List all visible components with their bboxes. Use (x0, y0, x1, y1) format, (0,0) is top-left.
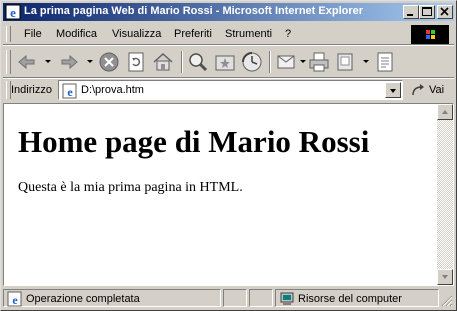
mail-button[interactable] (275, 50, 299, 74)
favorites-button[interactable] (213, 50, 237, 74)
svg-text:e: e (67, 85, 73, 99)
mail-dropdown-arrow[interactable] (300, 60, 306, 63)
scroll-down-button[interactable] (437, 269, 453, 285)
menu-strumenti[interactable]: Strumenti (225, 28, 272, 40)
menu-visualizza[interactable]: Visualizza (112, 28, 161, 40)
windows-logo-throbber (411, 25, 449, 45)
forward-button[interactable] (57, 50, 81, 74)
windows-logo-icon (426, 30, 435, 39)
back-dropdown-arrow[interactable] (45, 60, 51, 63)
maximize-button[interactable] (419, 5, 435, 19)
computer-icon (280, 292, 294, 305)
status-panel-zone: Risorse del computer (275, 289, 439, 307)
address-label: Indirizzo (11, 84, 52, 96)
page-done-icon: e (7, 291, 22, 307)
address-value: D:\prova.htm (81, 84, 144, 96)
refresh-button[interactable] (124, 50, 148, 74)
status-panel-main: e Operazione completata (3, 289, 221, 307)
edit-button[interactable] (334, 50, 358, 74)
chevron-down-icon (390, 89, 396, 93)
print-icon (309, 52, 329, 72)
status-text: Operazione completata (26, 293, 140, 305)
mail-icon (277, 55, 295, 69)
page-paragraph: Questa è la mia prima pagina in HTML. (18, 180, 243, 195)
page-ie-icon: e (62, 83, 77, 99)
scroll-up-button[interactable] (437, 104, 453, 120)
address-dropdown-button[interactable] (385, 82, 401, 98)
edit-icon (337, 53, 353, 71)
back-icon (18, 54, 35, 70)
title-bar[interactable]: e La prima pagina Web di Mario Rossi - M… (3, 3, 454, 21)
toolbar-separator (269, 51, 271, 73)
menu-preferiti[interactable]: Preferiti (174, 28, 212, 40)
document-view: Home page di Mario Rossi Questa è la mia… (4, 104, 436, 285)
search-button[interactable] (186, 50, 210, 74)
go-label: Vai (429, 84, 445, 96)
refresh-icon (128, 52, 144, 72)
zone-text: Risorse del computer (298, 293, 402, 305)
home-icon (153, 52, 173, 71)
standard-toolbar (3, 47, 454, 77)
content-area: Home page di Mario Rossi Questa è la mia… (3, 103, 454, 286)
status-panel (223, 289, 247, 307)
discuss-button[interactable] (373, 50, 397, 74)
page-heading: Home page di Mario Rossi (18, 124, 370, 159)
edit-dropdown-arrow[interactable] (363, 60, 369, 63)
status-bar: e Operazione completata Risorse del comp… (3, 288, 454, 308)
forward-dropdown-arrow[interactable] (87, 60, 93, 63)
status-panel (249, 289, 273, 307)
go-button[interactable]: Vai (407, 80, 451, 100)
menubar-grip[interactable] (6, 26, 11, 42)
ie-logo-icon: e (5, 4, 21, 20)
stop-icon (99, 52, 119, 72)
history-button[interactable] (240, 50, 264, 74)
back-button[interactable] (15, 50, 39, 74)
print-button[interactable] (307, 50, 331, 74)
stop-button[interactable] (97, 50, 121, 74)
go-arrow-icon (412, 84, 424, 96)
menu-bar: File Modifica Visualizza Preferiti Strum… (3, 24, 454, 45)
arrow-up-icon (442, 110, 448, 114)
forward-icon (61, 54, 78, 70)
separator (3, 44, 454, 46)
resize-grip-icon[interactable] (441, 295, 453, 307)
address-input[interactable]: e D:\prova.htm (58, 80, 403, 100)
menu-help[interactable]: ? (285, 28, 291, 40)
discuss-icon (377, 52, 393, 72)
window-title: La prima pagina Web di Mario Rossi - Mic… (24, 5, 364, 17)
minimize-button[interactable] (403, 5, 419, 19)
vertical-scrollbar[interactable] (437, 104, 453, 285)
home-button[interactable] (151, 50, 175, 74)
toolbar-grip[interactable] (6, 50, 11, 74)
close-icon (440, 7, 449, 16)
browser-window: e La prima pagina Web di Mario Rossi - M… (0, 0, 457, 311)
arrow-down-icon (442, 275, 448, 279)
address-bar: Indirizzo e D:\prova.htm Vai (3, 79, 454, 101)
svg-text:e: e (10, 5, 16, 20)
svg-text:e: e (12, 293, 18, 307)
minimize-icon (407, 14, 413, 16)
maximize-icon (422, 7, 432, 16)
favorites-icon (215, 55, 235, 71)
menu-file[interactable]: File (24, 28, 42, 40)
history-icon (242, 52, 262, 72)
toolbar-separator (181, 51, 183, 73)
menu-modifica[interactable]: Modifica (56, 28, 97, 40)
search-icon (189, 53, 208, 72)
close-button[interactable] (437, 5, 453, 19)
